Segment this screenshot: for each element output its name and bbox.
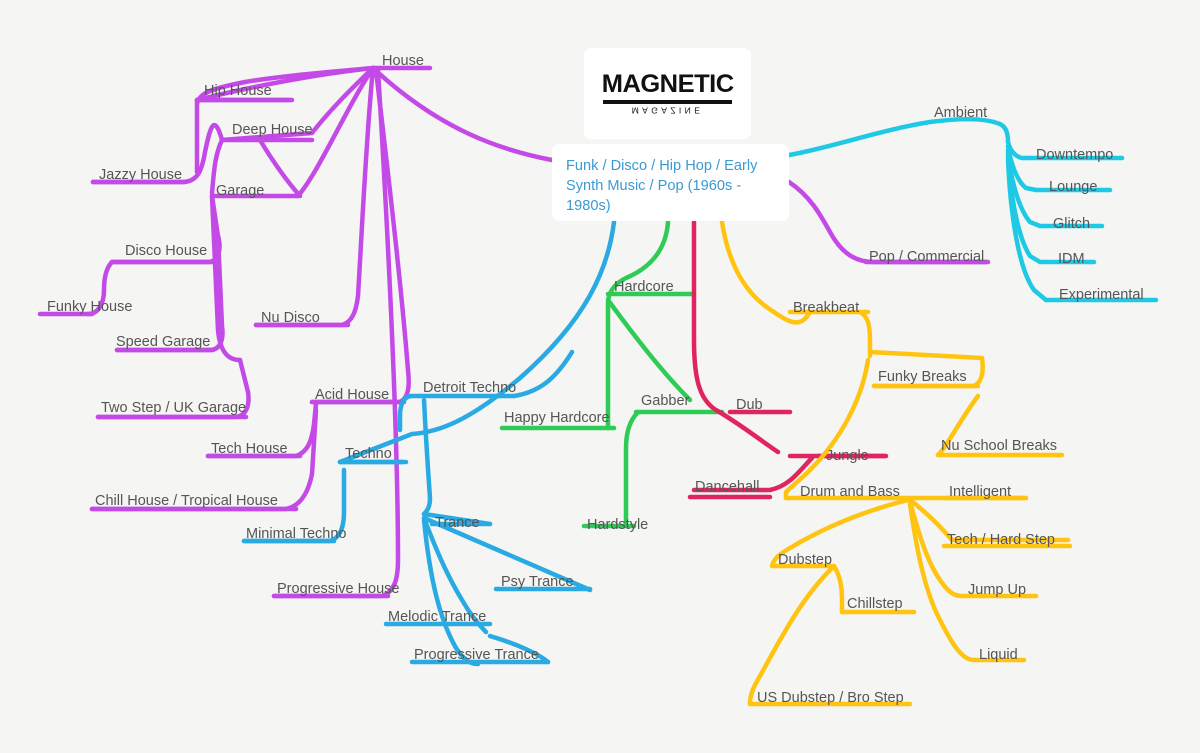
node-label-jungle[interactable]: Jungle [826, 449, 869, 464]
node-label-dancehall[interactable]: Dancehall [695, 480, 760, 495]
root-node-label: Funk / Disco / Hip Hop / Early Synth Mus… [566, 158, 758, 214]
node-label-tech-hard-step[interactable]: Tech / Hard Step [947, 533, 1055, 548]
node-label-breakbeat[interactable]: Breakbeat [793, 301, 859, 316]
node-label-us-dubstep[interactable]: US Dubstep / Bro Step [757, 691, 904, 706]
node-label-experimental[interactable]: Experimental [1059, 288, 1144, 303]
node-label-intelligent[interactable]: Intelligent [949, 485, 1011, 500]
node-label-ambient[interactable]: Ambient [934, 106, 987, 121]
node-label-drum-and-bass[interactable]: Drum and Bass [800, 485, 900, 500]
branch-house [37, 65, 991, 599]
node-label-minimal-techno[interactable]: Minimal Techno [246, 527, 346, 542]
node-label-funky-breaks[interactable]: Funky Breaks [878, 370, 967, 385]
node-label-dub[interactable]: Dub [736, 398, 763, 413]
node-label-melodic-trance[interactable]: Melodic Trance [388, 610, 486, 625]
root-node-card: Funk / Disco / Hip Hop / Early Synth Mus… [552, 144, 789, 221]
logo-subtitle: MAGAZINE [631, 105, 704, 116]
node-label-liquid[interactable]: Liquid [979, 648, 1018, 663]
node-label-disco-house[interactable]: Disco House [125, 244, 207, 259]
node-label-happy-hardcore[interactable]: Happy Hardcore [504, 411, 610, 426]
branch-hardcore [499, 219, 725, 529]
node-label-chillstep[interactable]: Chillstep [847, 597, 903, 612]
node-label-glitch[interactable]: Glitch [1053, 217, 1090, 232]
node-label-lounge[interactable]: Lounge [1049, 180, 1097, 195]
node-label-jazzy-house[interactable]: Jazzy House [99, 168, 182, 183]
node-label-tech-house[interactable]: Tech House [211, 442, 288, 457]
node-label-nu-school-breaks[interactable]: Nu School Breaks [941, 439, 1057, 454]
branch-breakbeat [719, 219, 1073, 707]
node-label-dubstep[interactable]: Dubstep [778, 553, 832, 568]
logo-rule [602, 100, 733, 105]
node-label-progressive-trance[interactable]: Progressive Trance [414, 648, 539, 663]
node-label-acid-house[interactable]: Acid House [315, 388, 389, 403]
node-label-jump-up[interactable]: Jump Up [968, 583, 1026, 598]
node-label-progressive-house[interactable]: Progressive House [277, 582, 400, 597]
logo-wordmark: MAGNETIC [601, 70, 734, 99]
node-label-funky-house[interactable]: Funky House [47, 300, 132, 315]
node-label-detroit-techno[interactable]: Detroit Techno [423, 381, 516, 396]
node-label-downtempo[interactable]: Downtempo [1036, 148, 1113, 163]
node-label-nu-disco[interactable]: Nu Disco [261, 311, 320, 326]
node-label-techno[interactable]: Techno [345, 447, 392, 462]
node-label-house[interactable]: House [382, 54, 424, 69]
magnetic-logo-card: MAGNETIC MAGAZINE [584, 48, 751, 139]
node-label-two-step-uk-garage[interactable]: Two Step / UK Garage [101, 401, 246, 416]
node-label-trance[interactable]: Trance [435, 516, 480, 531]
node-label-deep-house[interactable]: Deep House [232, 123, 313, 138]
node-label-psy-trance[interactable]: Psy Trance [501, 575, 574, 590]
node-label-speed-garage[interactable]: Speed Garage [116, 335, 210, 350]
node-label-garage[interactable]: Garage [216, 184, 264, 199]
node-label-idm[interactable]: IDM [1058, 252, 1085, 267]
node-label-pop-commercial[interactable]: Pop / Commercial [869, 250, 984, 265]
node-label-chill-house[interactable]: Chill House / Tropical House [95, 494, 278, 509]
node-label-hip-house[interactable]: Hip House [204, 84, 272, 99]
node-label-hardstyle[interactable]: Hardstyle [587, 518, 648, 533]
node-label-hardcore[interactable]: Hardcore [614, 280, 674, 295]
node-label-gabber[interactable]: Gabber [641, 394, 689, 409]
